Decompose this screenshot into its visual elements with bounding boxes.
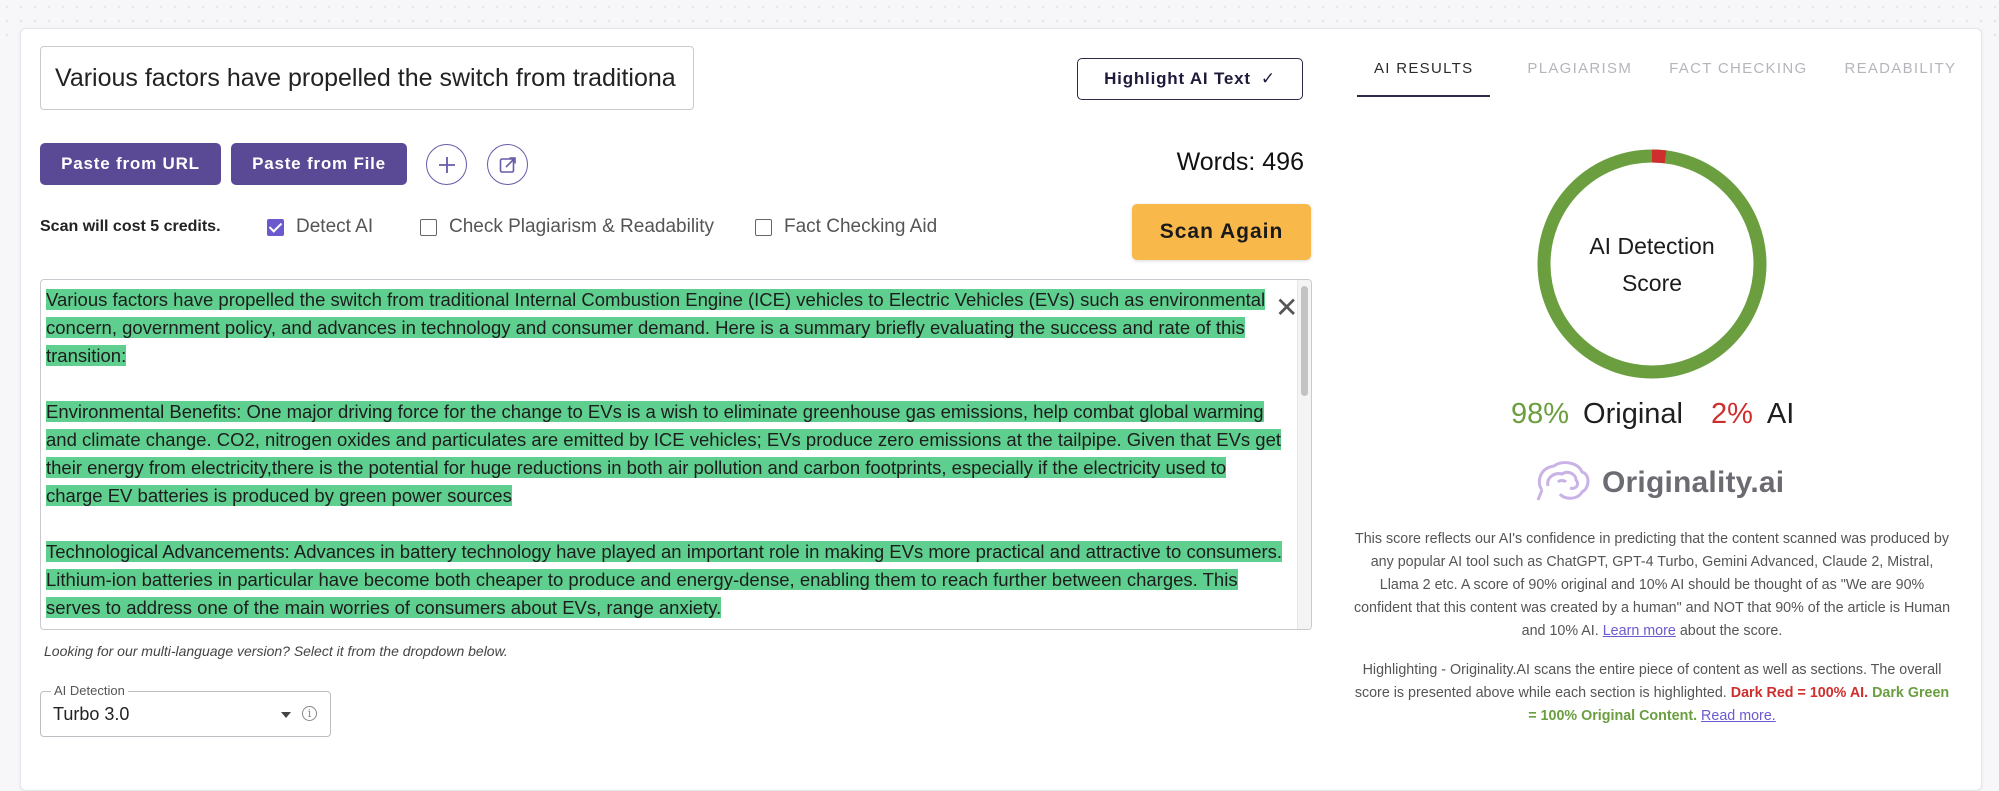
select-legend: AI Detection xyxy=(51,683,128,698)
tab-fact-checking[interactable]: FACT CHECKING xyxy=(1669,60,1807,97)
option-detect-ai[interactable]: Detect AI xyxy=(267,216,373,238)
ai-percent: 2% xyxy=(1710,398,1753,430)
learn-more-link[interactable]: Learn more xyxy=(1603,623,1676,639)
paragraph: Environmental Benefits: One major drivin… xyxy=(46,398,1286,510)
original-percent: 98% xyxy=(1511,398,1570,430)
original-label: Original xyxy=(1583,398,1683,430)
highlight-button-label: Highlight AI Text xyxy=(1104,69,1251,88)
dark-red-legend: Dark Red = 100% AI. xyxy=(1730,685,1869,701)
plus-icon xyxy=(438,156,455,173)
brain-logo-icon xyxy=(1536,461,1590,501)
tab-ai-results[interactable]: AI RESULTS xyxy=(1357,60,1491,97)
info-icon[interactable]: i xyxy=(302,706,317,721)
highlighting-explanation: Highlighting - Originality.AI scans the … xyxy=(1352,659,1952,728)
content-text: Various factors have propelled the switc… xyxy=(46,286,1286,629)
scrollbar-thumb[interactable] xyxy=(1301,286,1308,396)
score-explanation: This score reflects our AI's confidence … xyxy=(1352,528,1952,643)
highlight-ai-text-button[interactable]: Highlight AI Text ✓ xyxy=(1077,58,1303,100)
checkbox-checked[interactable] xyxy=(267,218,284,236)
multi-language-hint: Looking for our multi-language version? … xyxy=(44,643,508,659)
word-count: Words: 496 xyxy=(1176,148,1304,176)
close-icon[interactable]: ✕ xyxy=(1275,294,1298,322)
highlighted-text: Environmental Benefits: One major drivin… xyxy=(46,401,1282,506)
select-value: Turbo 3.0 xyxy=(53,704,130,724)
paragraph: Various factors have propelled the switc… xyxy=(46,286,1286,370)
donut-label-line1: AI Detection xyxy=(1589,233,1715,259)
export-icon xyxy=(499,156,516,173)
tab-readability[interactable]: READABILITY xyxy=(1844,60,1956,97)
option-label: Check Plagiarism & Readability xyxy=(449,216,715,237)
option-plagiarism-readability[interactable]: Check Plagiarism & Readability xyxy=(420,216,714,238)
title-input[interactable]: Various factors have propelled the switc… xyxy=(40,46,694,110)
read-more-link[interactable]: Read more. xyxy=(1701,708,1776,724)
scrollbar[interactable] xyxy=(1297,280,1311,629)
option-label: Fact Checking Aid xyxy=(784,216,938,237)
paragraph: Technological Advancements: Advances in … xyxy=(46,538,1286,622)
scan-again-button[interactable]: Scan Again xyxy=(1132,204,1311,260)
dropdown-caret-icon xyxy=(281,712,291,718)
checkmark-icon: ✓ xyxy=(1260,69,1276,88)
donut-label-line2: Score xyxy=(1621,270,1683,296)
ai-label: AI xyxy=(1766,398,1795,430)
checkbox-unchecked[interactable] xyxy=(755,218,772,236)
add-button[interactable] xyxy=(426,144,467,185)
highlighted-text: Technological Advancements: Advances in … xyxy=(46,541,1283,618)
paste-from-url-button[interactable]: Paste from URL xyxy=(40,143,221,185)
originality-logo: Originality.ai xyxy=(1534,460,1784,506)
highlighted-text: Various factors have propelled the switc… xyxy=(46,289,1266,366)
checkbox-unchecked[interactable] xyxy=(420,218,437,236)
content-textarea[interactable]: Various factors have propelled the switc… xyxy=(40,279,1312,630)
ai-detection-model-select[interactable]: AI Detection Turbo 3.0 i xyxy=(40,683,331,737)
credits-notice: Scan will cost 5 credits. xyxy=(40,218,221,235)
option-fact-checking[interactable]: Fact Checking Aid xyxy=(755,216,937,238)
paste-from-file-button[interactable]: Paste from File xyxy=(231,143,407,185)
option-label: Detect AI xyxy=(296,216,374,237)
brand-name: Originality.ai xyxy=(1602,466,1785,499)
explanation-tail: about the score. xyxy=(1679,623,1783,639)
donut-label: AI Detection Score xyxy=(1536,228,1768,302)
results-tabs: AI RESULTS PLAGIARISM FACT CHECKING READ… xyxy=(1357,60,1993,97)
score-summary: 98% Original 2% AI xyxy=(1511,398,1794,431)
share-export-button[interactable] xyxy=(487,144,528,185)
tab-plagiarism[interactable]: PLAGIARISM xyxy=(1527,60,1632,97)
